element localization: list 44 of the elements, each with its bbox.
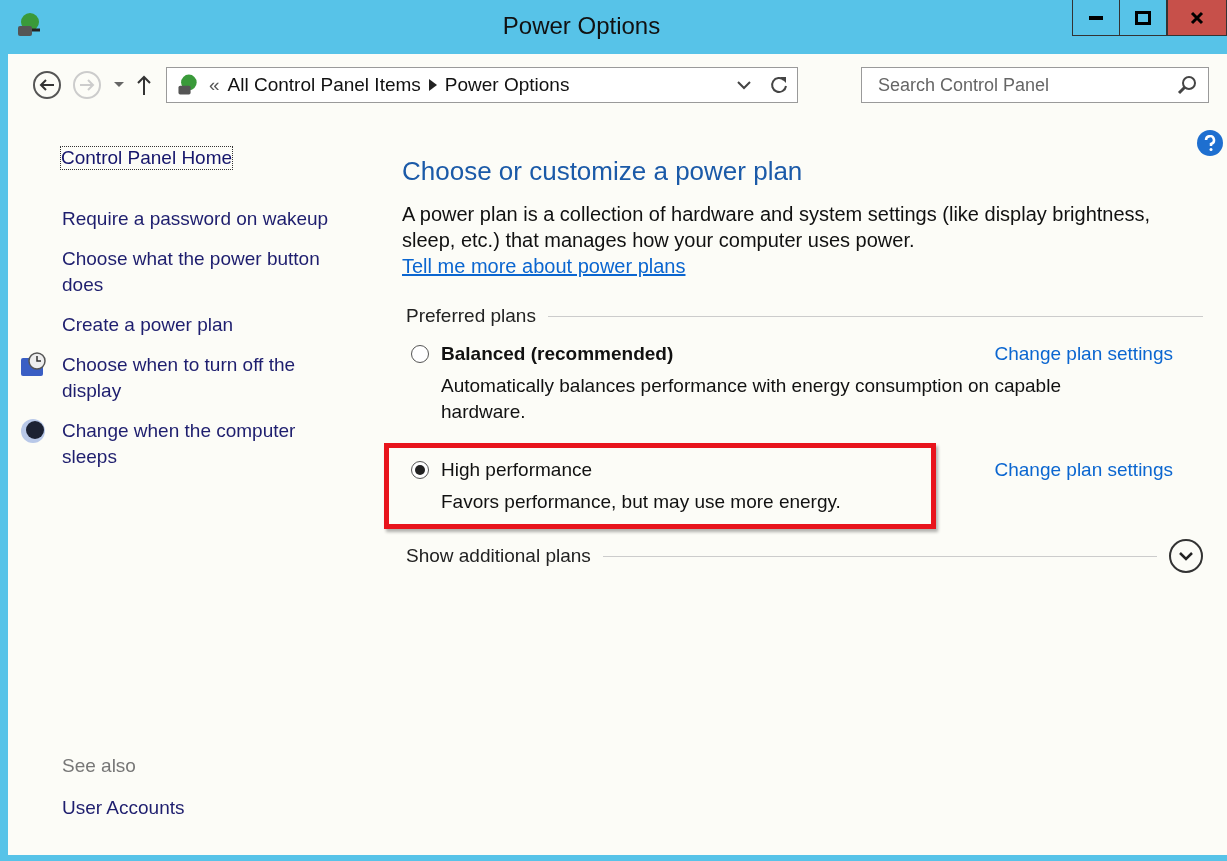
plan-name: High performance (441, 459, 594, 481)
expand-button[interactable] (1169, 539, 1203, 573)
see-also-link[interactable]: User Accounts (62, 795, 354, 821)
plan-radio[interactable] (411, 461, 429, 479)
minimize-button[interactable] (1072, 0, 1120, 36)
chevron-down-icon[interactable] (737, 80, 751, 90)
group-label: Preferred plans (405, 305, 536, 327)
breadcrumb-item[interactable]: Power Options (444, 74, 570, 96)
sidebar-link[interactable]: Choose when to turn off the display (62, 352, 354, 404)
close-icon (1190, 10, 1204, 25)
close-button[interactable] (1167, 0, 1227, 36)
change-plan-settings-link[interactable]: Change plan settings (994, 459, 1173, 481)
up-button[interactable] (136, 74, 152, 96)
page-heading: Choose or customize a power plan (402, 156, 804, 187)
clock-screen-icon (20, 352, 48, 378)
plan-radio[interactable] (411, 345, 429, 363)
plan-name: Balanced (recommended) (441, 343, 675, 365)
intro-text: A power plan is a collection of hardware and system settings (like display brightness, sleep, etc.) that manages how your computer uses power. Tell me more about power plans (402, 202, 1152, 279)
see-also-heading: See also (62, 755, 137, 777)
chevron-down-icon (1178, 551, 1194, 561)
moon-icon (20, 418, 46, 444)
back-button[interactable] (32, 70, 62, 100)
sidebar-link[interactable]: Require a password on wakeup (62, 206, 354, 232)
control-panel-home-link[interactable]: Control Panel Home (60, 146, 234, 170)
search-field[interactable]: Search Control Panel (861, 67, 1209, 103)
learn-more-link[interactable]: Tell me more about power plans (402, 255, 686, 277)
sidebar-link[interactable]: Create a power plan (62, 312, 354, 338)
show-additional-plans[interactable]: Show additional plans (402, 545, 591, 567)
separator-arrow-icon (428, 79, 437, 91)
sidebar-link[interactable]: Change when the computer sleeps (62, 418, 354, 470)
refresh-icon[interactable] (769, 75, 789, 95)
maximize-icon (1135, 10, 1151, 25)
plan-description: Favors performance, but may use more energy. (441, 490, 842, 514)
change-plan-settings-link[interactable]: Change plan settings (994, 343, 1173, 365)
window-title: Power Options (501, 12, 662, 40)
recent-dropdown[interactable] (112, 80, 126, 90)
overflow-chevron[interactable]: « (209, 74, 220, 96)
minimize-icon (1089, 15, 1103, 20)
plan-description: Automatically balances performance with energy consumption on capable hardware. (441, 374, 1062, 424)
search-icon[interactable] (1177, 75, 1197, 95)
address-bar[interactable]: « All Control Panel Items Power Options (166, 67, 798, 103)
breadcrumb-item[interactable]: All Control Panel Items (227, 74, 421, 96)
sidebar-link[interactable]: Choose what the power button does (62, 246, 354, 298)
help-icon[interactable] (1197, 130, 1223, 156)
